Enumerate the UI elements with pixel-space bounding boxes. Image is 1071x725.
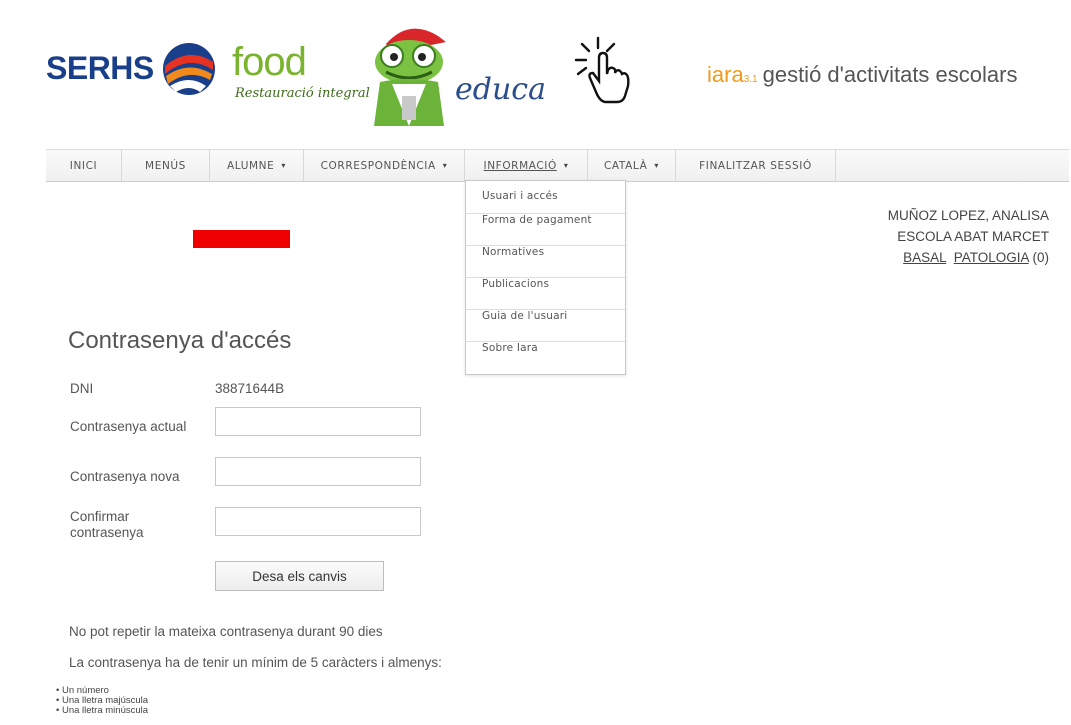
nav-item-label: CATALÀ xyxy=(604,159,648,172)
chevron-down-icon: ▾ xyxy=(281,161,286,170)
nav-item-alumne[interactable]: ALUMNE ▾ xyxy=(210,150,304,181)
menu-item-publicacions[interactable]: Publicacions xyxy=(466,278,625,310)
confirm-label-line2: contrasenya xyxy=(70,525,144,540)
new-password-field[interactable] xyxy=(215,457,421,486)
user-links: BASAL PATOLOGIA (0) xyxy=(888,247,1049,268)
save-changes-button[interactable]: Desa els canvis xyxy=(215,561,384,591)
chevron-down-icon: ▾ xyxy=(563,161,569,170)
nav-item-label: INFORMACIÓ xyxy=(483,159,557,172)
nav-item-label: INICI xyxy=(69,159,98,172)
nav-item-label: MENÚS xyxy=(145,159,186,172)
menu-item-usuari-acces[interactable]: Usuari i accés xyxy=(466,181,625,214)
current-password-field[interactable] xyxy=(215,407,421,436)
password-rules-intro: La contrasenya ha de tenir un mínim de 5… xyxy=(69,655,442,670)
iara-version: 3.1 xyxy=(743,74,758,85)
new-password-label: Contrasenya nova xyxy=(70,469,180,484)
nav-item-correspondencia[interactable]: CORRESPONDÈNCIA ▾ xyxy=(304,150,465,181)
user-info-panel: MUÑOZ LOPEZ, ANALISA ESCOLA ABAT MARCET … xyxy=(888,205,1049,268)
iara-name: iara xyxy=(707,62,744,87)
nav-item-menus[interactable]: MENÚS xyxy=(122,150,210,181)
menu-item-forma-pagament[interactable]: Forma de pagament xyxy=(466,214,625,246)
current-password-label: Contrasenya actual xyxy=(70,419,187,434)
dni-value: 38871644B xyxy=(215,381,285,396)
nav-item-label: ALUMNE xyxy=(227,159,275,172)
informacio-dropdown-menu: Usuari i accés Forma de pagament Normati… xyxy=(465,180,626,375)
serhs-globe-logo-icon xyxy=(163,43,215,95)
dni-label: DNI xyxy=(70,381,94,396)
confirm-label-line1: Confirmar xyxy=(70,509,130,524)
password-rules-list: Un número Una lletra majúscula Una lletr… xyxy=(56,686,148,716)
click-hand-icon xyxy=(574,36,630,104)
menu-item-guia-usuari[interactable]: Guia de l'usuari xyxy=(466,310,625,342)
page-title: Contrasenya d'accés xyxy=(68,327,292,354)
nav-item-finalitzar-sessio[interactable]: FINALITZAR SESSIÓ xyxy=(676,150,836,181)
serhs-logo-text: SERHS xyxy=(46,50,154,86)
main-nav: INICI MENÚS ALUMNE ▾ CORRESPONDÈNCIA ▾ INF… xyxy=(46,149,1069,182)
food-logo-text: food xyxy=(232,40,307,84)
nav-item-label: CORRESPONDÈNCIA xyxy=(320,159,436,172)
user-name: MUÑOZ LOPEZ, ANALISA xyxy=(887,208,1049,223)
nav-item-label: FINALITZAR SESSIÓ xyxy=(699,159,812,172)
chevron-down-icon: ▾ xyxy=(442,161,448,170)
nav-item-catala[interactable]: CATALÀ ▾ xyxy=(588,150,676,181)
confirm-password-field[interactable] xyxy=(215,507,421,536)
list-item: Una lletra minúscula xyxy=(56,706,148,716)
user-school: ESCOLA ABAT MARCET xyxy=(897,229,1049,244)
iara-app-title: iara3.1 gestió d'activitats escolars xyxy=(707,62,1017,88)
menu-item-sobre-iara[interactable]: Sobre Iara xyxy=(466,342,625,374)
patologia-count: (0) xyxy=(1032,250,1050,265)
confirm-password-label: Confirmar contrasenya xyxy=(70,509,144,541)
patologia-link[interactable]: PATOLOGIA xyxy=(954,250,1029,265)
nav-item-inici[interactable]: INICI xyxy=(46,150,122,181)
nav-item-informacio[interactable]: INFORMACIÓ ▾ xyxy=(465,150,588,181)
basal-link[interactable]: BASAL xyxy=(903,250,946,265)
iara-tagline: gestió d'activitats escolars xyxy=(762,62,1018,87)
chevron-down-icon: ▾ xyxy=(654,161,659,170)
repeat-password-note: No pot repetir la mateixa contrasenya du… xyxy=(69,624,383,639)
frog-mascot-icon xyxy=(374,28,446,126)
educa-logo-text: educa xyxy=(455,72,546,107)
food-logo-subtitle: Restauració integral xyxy=(235,86,370,101)
menu-item-normatives[interactable]: Normatives xyxy=(466,246,625,278)
red-alert-bar xyxy=(193,230,290,248)
